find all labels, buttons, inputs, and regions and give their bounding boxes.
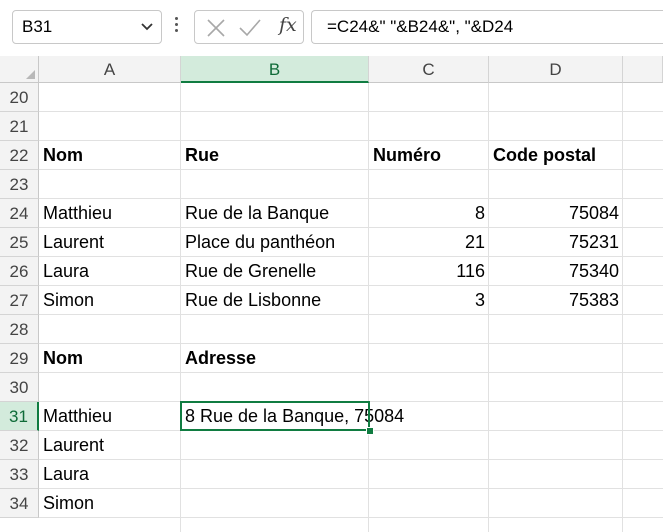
column-header-e[interactable] <box>623 56 663 83</box>
cell-d26[interactable]: 75340 <box>489 257 619 286</box>
row-gridline <box>39 517 663 518</box>
cell-a22[interactable]: Nom <box>43 141 83 170</box>
column-header-b[interactable]: B <box>181 56 369 83</box>
row-header-27[interactable]: 27 <box>0 286 39 315</box>
cell-c25[interactable]: 21 <box>369 228 485 257</box>
row-header-33[interactable]: 33 <box>0 460 39 489</box>
formula-actions: fx <box>194 10 304 44</box>
row-header-26[interactable]: 26 <box>0 257 39 286</box>
row-header-23[interactable]: 23 <box>0 170 39 199</box>
cell-a34[interactable]: Simon <box>43 489 94 518</box>
row-gridline <box>39 372 663 373</box>
cell-a32[interactable]: Laurent <box>43 431 104 460</box>
cell-c24[interactable]: 8 <box>369 199 485 228</box>
name-box-value: B31 <box>22 17 53 36</box>
cell-b24[interactable]: Rue de la Banque <box>185 199 329 228</box>
row-header-24[interactable]: 24 <box>0 199 39 228</box>
column-header-c[interactable]: C <box>369 56 489 83</box>
cell-d27[interactable]: 75383 <box>489 286 619 315</box>
cell-a31[interactable]: Matthieu <box>43 402 112 431</box>
cell-b25[interactable]: Place du panthéon <box>185 228 335 257</box>
name-box[interactable]: B31 <box>12 10 162 44</box>
cell-d22[interactable]: Code postal <box>493 141 596 170</box>
row-gridline <box>39 488 663 489</box>
spreadsheet-grid[interactable]: A B C D 20 21 22 23 24 25 26 27 28 29 30 31 32 33 34 Nom Rue… <box>0 56 663 532</box>
column-gridline <box>180 83 181 532</box>
formula-text: =C24&" "&B24&", "&D24 <box>327 17 514 36</box>
column-gridline <box>622 83 623 532</box>
row-header-28[interactable]: 28 <box>0 315 39 344</box>
cell-d24[interactable]: 75084 <box>489 199 619 228</box>
cell-c27[interactable]: 3 <box>369 286 485 315</box>
select-all-button[interactable] <box>0 56 39 83</box>
cell-d25[interactable]: 75231 <box>489 228 619 257</box>
cell-c26[interactable]: 116 <box>369 257 485 286</box>
row-header-20[interactable]: 20 <box>0 83 39 112</box>
row-header-31[interactable]: 31 <box>0 402 39 431</box>
cell-b27[interactable]: Rue de Lisbonne <box>185 286 321 315</box>
row-header-30[interactable]: 30 <box>0 373 39 402</box>
cell-a26[interactable]: Laura <box>43 257 89 286</box>
row-header-21[interactable]: 21 <box>0 112 39 141</box>
chevron-down-icon[interactable] <box>139 20 155 34</box>
enter-check-icon[interactable] <box>238 17 262 39</box>
cell-a33[interactable]: Laura <box>43 460 89 489</box>
cell-b22[interactable]: Rue <box>185 141 219 170</box>
column-header-d[interactable]: D <box>489 56 623 83</box>
row-header-25[interactable]: 25 <box>0 228 39 257</box>
column-header-a[interactable]: A <box>39 56 181 83</box>
formula-input[interactable]: =C24&" "&B24&", "&D24 <box>311 10 663 44</box>
insert-function-icon[interactable]: fx <box>279 14 297 36</box>
row-gridline <box>39 343 663 344</box>
formula-bar: B31 fx =C24&" "&B24&", "&D24 <box>0 0 663 56</box>
row-gridline <box>39 459 663 460</box>
cancel-icon[interactable] <box>205 17 227 39</box>
fill-handle[interactable] <box>366 427 374 435</box>
cell-b29[interactable]: Adresse <box>185 344 256 373</box>
row-header-29[interactable]: 29 <box>0 344 39 373</box>
row-header-34[interactable]: 34 <box>0 489 39 518</box>
cell-c22[interactable]: Numéro <box>373 141 441 170</box>
row-header-22[interactable]: 22 <box>0 141 39 170</box>
cell-a25[interactable]: Laurent <box>43 228 104 257</box>
row-header-32[interactable]: 32 <box>0 431 39 460</box>
cell-a27[interactable]: Simon <box>43 286 94 315</box>
row-gridline <box>39 111 663 112</box>
cell-a24[interactable]: Matthieu <box>43 199 112 228</box>
cell-b26[interactable]: Rue de Grenelle <box>185 257 316 286</box>
more-options-icon[interactable] <box>172 15 180 39</box>
cell-a29[interactable]: Nom <box>43 344 83 373</box>
active-cell-border <box>180 401 370 431</box>
